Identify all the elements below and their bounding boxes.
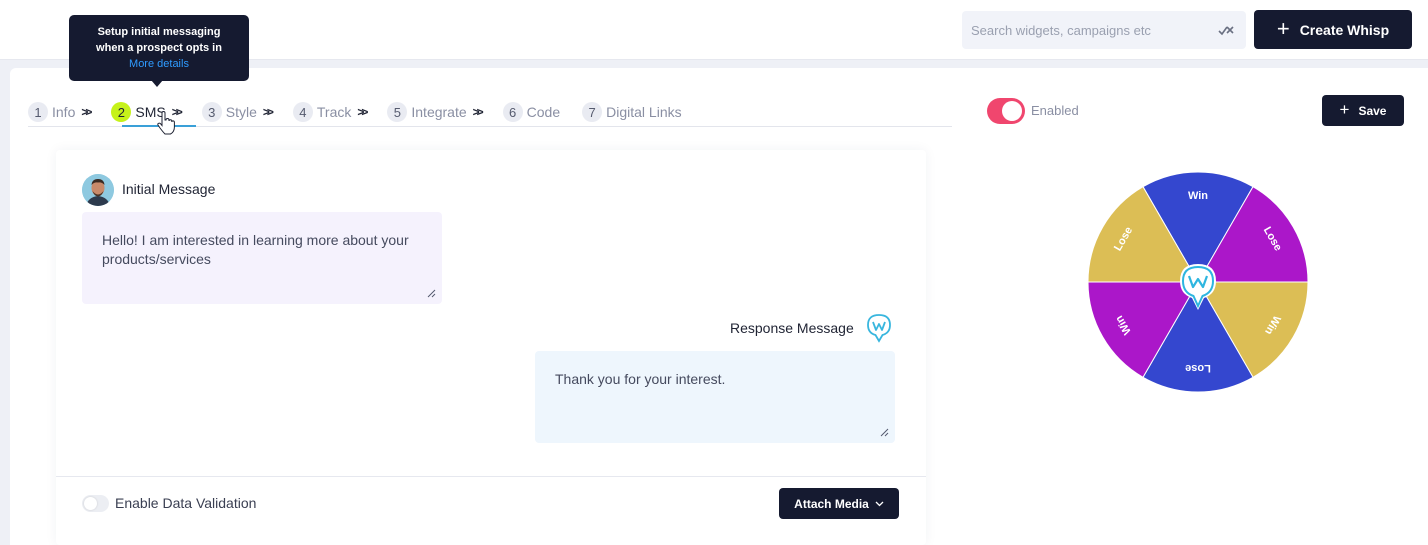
avatar — [82, 174, 114, 206]
step-number: 6 — [502, 102, 523, 122]
step-label: Integrate — [411, 104, 467, 120]
chevron-down-icon — [875, 501, 884, 506]
enabled-toggle[interactable] — [987, 98, 1025, 124]
step-label: Digital Links — [606, 104, 682, 120]
data-validation-label: Enable Data Validation — [115, 495, 257, 511]
step-info[interactable]: 1 Info >> — [28, 100, 92, 124]
response-message-text: Thank you for your interest. — [555, 371, 726, 387]
initial-message-textarea[interactable]: Hello! I am interested in learning more … — [82, 212, 442, 304]
step-number: 2 — [111, 102, 132, 122]
create-whisp-button[interactable]: + Create Whisp — [1254, 10, 1412, 49]
save-button[interactable]: + Save — [1322, 95, 1404, 126]
initial-message-text: Hello! I am interested in learning more … — [102, 232, 409, 267]
search-input[interactable] — [971, 22, 1211, 38]
create-whisp-label: Create Whisp — [1299, 21, 1390, 38]
resize-grip-icon[interactable] — [879, 427, 889, 437]
step-number: 5 — [387, 102, 408, 122]
double-chevron-right-icon: >> — [357, 105, 368, 119]
person-icon — [82, 174, 114, 206]
spin-wheel[interactable]: WinLoseWinLoseWinLose — [1086, 170, 1310, 394]
step-label: Info — [52, 104, 76, 120]
double-chevron-right-icon: >> — [262, 105, 274, 119]
step-digital-links[interactable]: 7 Digital Links — [582, 100, 682, 124]
sms-card — [56, 150, 926, 545]
double-chevron-right-icon: >> — [81, 105, 92, 119]
card-footer-divider — [56, 476, 926, 477]
plus-icon: + — [1339, 99, 1350, 119]
tooltip-line-2: when a prospect opts in — [96, 42, 222, 54]
hand-cursor-icon — [157, 111, 175, 135]
enabled-label: Enabled — [1031, 103, 1079, 118]
data-validation-toggle[interactable] — [82, 495, 109, 512]
step-track[interactable]: 4 Track >> — [292, 100, 368, 124]
step-code[interactable]: 6 Code — [502, 100, 561, 124]
wizard-steps: 1 Info >> 2 SMS >> 3 Style >> 4 Track >>… — [28, 98, 704, 126]
attach-media-label: Attach Media — [794, 496, 869, 511]
tooltip-arrow — [151, 80, 163, 87]
step-label: Track — [316, 104, 352, 120]
initial-message-label: Initial Message — [122, 181, 216, 197]
step-number: 7 — [582, 102, 603, 122]
step-number: 3 — [201, 102, 222, 122]
more-details-link[interactable]: More details — [69, 56, 249, 72]
clear-search-icon[interactable] — [1218, 23, 1234, 37]
save-label: Save — [1358, 103, 1387, 118]
left-strip — [0, 68, 10, 545]
tooltip-line-1: Setup initial messaging — [97, 26, 221, 38]
attach-media-button[interactable]: Attach Media — [779, 488, 899, 519]
wheel-segment-label: Win — [1188, 190, 1208, 202]
step-style[interactable]: 3 Style >> — [201, 100, 274, 124]
response-message-textarea[interactable]: Thank you for your interest. — [535, 351, 895, 443]
response-message-label: Response Message — [730, 320, 854, 336]
step-integrate[interactable]: 5 Integrate >> — [387, 100, 484, 124]
step-number: 4 — [292, 102, 313, 122]
wheel-segment-label: Lose — [1185, 362, 1211, 374]
search-box[interactable] — [962, 11, 1246, 49]
whisp-logo-icon — [867, 314, 891, 343]
step-label: Style — [225, 104, 257, 120]
sms-step-tooltip: Setup initial messaging when a prospect … — [69, 15, 249, 81]
plus-icon: + — [1276, 15, 1290, 41]
resize-grip-icon[interactable] — [426, 288, 436, 298]
step-number: 1 — [28, 102, 48, 122]
double-chevron-right-icon: >> — [472, 105, 484, 119]
step-label: Code — [526, 104, 561, 120]
